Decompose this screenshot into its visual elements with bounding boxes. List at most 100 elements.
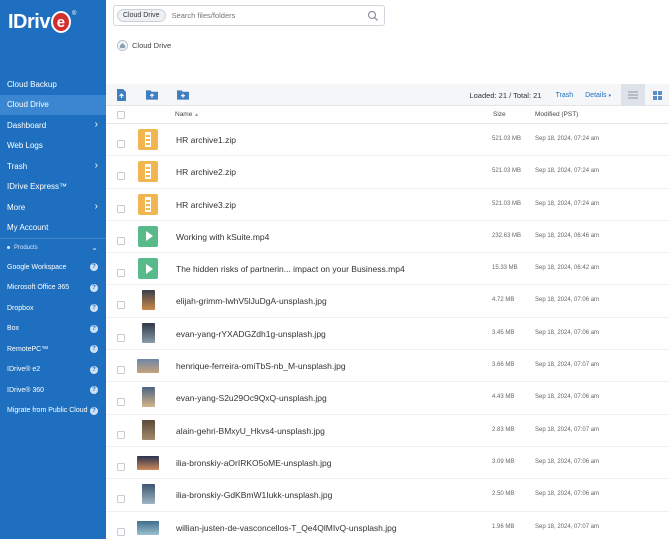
product-item-idrive-360[interactable]: IDrive® 360? [0, 380, 106, 401]
search-scope-pill[interactable]: Cloud Drive [117, 9, 166, 22]
table-row[interactable]: ilia-bronskiy-aOrIRKO5oME-unsplash.jpg 3.… [106, 447, 669, 480]
search-icon[interactable] [367, 10, 379, 22]
product-item-remotepc[interactable]: RemotePC™? [0, 339, 106, 360]
sidebar-item-idrive-express[interactable]: IDrive Express™ [0, 177, 106, 198]
file-name[interactable]: alain-gehri-BMxyU_Hkvs4-unsplash.jpg [176, 426, 325, 436]
file-name[interactable]: elijah-grimm-IwhV5lJuDgA-unsplash.jpg [176, 296, 327, 306]
file-name[interactable]: willian-justen-de-vasconcellos-T_Qe4QlMI… [176, 523, 397, 533]
image-thumbnail [142, 290, 155, 311]
sidebar-item-more[interactable]: More › [0, 197, 106, 218]
row-checkbox[interactable] [117, 167, 125, 185]
chevron-right-icon: › [94, 160, 98, 172]
file-name[interactable]: Working with kSuite.mp4 [176, 232, 269, 242]
product-item-microsoft-office-365[interactable]: Microsoft Office 365? [0, 278, 106, 299]
table-row[interactable]: HR archive2.zip 521.03 MB Sep 18, 2024, 07… [106, 156, 669, 189]
table-row[interactable]: Working with kSuite.mp4 232.63 MB Sep 18, … [106, 221, 669, 254]
product-label: Migrate from Public Cloud [7, 407, 88, 415]
row-checkbox[interactable] [117, 523, 125, 539]
list-view-button[interactable] [621, 84, 645, 106]
table-row[interactable]: alain-gehri-BMxyU_Hkvs4-unsplash.jpg 2.83… [106, 415, 669, 447]
file-name[interactable]: evan-yang-S2u29Oc9QxQ-unsplash.jpg [176, 393, 327, 403]
row-checkbox[interactable] [117, 490, 125, 508]
products-section-toggle[interactable]: Products ⌄ [0, 239, 106, 257]
table-row[interactable]: willian-justen-de-vasconcellos-T_Qe4QlMI… [106, 512, 669, 539]
file-size: 2.50 MB [492, 491, 515, 498]
file-name[interactable]: HR archive3.zip [176, 200, 236, 210]
file-name[interactable]: The hidden risks of partnerin... impact … [176, 264, 405, 274]
table-row[interactable]: ilia-bronskiy-GdKBmW1Iukk-unsplash.jpg 2.… [106, 479, 669, 512]
row-checkbox[interactable] [117, 296, 125, 314]
size-column-header[interactable]: Size [493, 111, 506, 118]
file-modified-date: Sep 18, 2024, 07:06 am [535, 458, 600, 465]
file-name[interactable]: ilia-bronskiy-aOrIRKO5oME-unsplash.jpg [176, 458, 331, 468]
row-checkbox[interactable] [117, 232, 125, 250]
table-row[interactable]: elijah-grimm-IwhV5lJuDgA-unsplash.jpg 4.7… [106, 285, 669, 318]
product-item-google-workspace[interactable]: Google Workspace? [0, 257, 106, 278]
row-checkbox[interactable] [117, 135, 125, 153]
file-name[interactable]: evan-yang-rYXADGZdh1g-unsplash.jpg [176, 329, 326, 339]
row-checkbox[interactable] [117, 264, 125, 282]
file-toolbar: Loaded: 21 / Total: 21 Trash Details ▾ [106, 84, 669, 106]
row-checkbox[interactable] [117, 329, 125, 347]
file-size: 232.63 MB [492, 232, 522, 239]
zip-file-icon [138, 161, 158, 183]
sidebar-nav: Cloud Backup Cloud Drive Dashboard › Web Log… [0, 74, 106, 421]
help-icon[interactable]: ? [90, 324, 98, 333]
row-checkbox[interactable] [117, 200, 125, 218]
table-row[interactable]: HR archive1.zip 521.03 MB Sep 18, 2024, 07… [106, 124, 669, 157]
table-row[interactable]: henrique-ferreira-omiTbS-nb_M-unsplash.j… [106, 350, 669, 383]
row-checkbox[interactable] [117, 426, 125, 444]
table-row[interactable]: evan-yang-S2u29Oc9QxQ-unsplash.jpg 4.43 M… [106, 382, 669, 415]
file-name[interactable]: henrique-ferreira-omiTbS-nb_M-unsplash.j… [176, 361, 346, 371]
product-item-migrate-from-public-cloud[interactable]: Migrate from Public Cloud? [0, 401, 106, 422]
grid-icon [652, 90, 662, 100]
file-name[interactable]: HR archive1.zip [176, 135, 236, 145]
image-thumbnail [142, 419, 155, 440]
row-checkbox[interactable] [117, 393, 125, 411]
file-size: 3.45 MB [492, 329, 515, 336]
sidebar-item-dashboard[interactable]: Dashboard › [0, 115, 106, 136]
upload-folder-icon[interactable] [146, 89, 158, 101]
file-name[interactable]: ilia-bronskiy-GdKBmW1Iukk-unsplash.jpg [176, 490, 332, 500]
idrive-logo[interactable]: IDriv e ® [8, 8, 76, 36]
select-all-checkbox[interactable] [117, 111, 125, 121]
zip-file-icon [138, 129, 158, 150]
row-checkbox[interactable] [117, 361, 125, 379]
sidebar-item-cloud-drive[interactable]: Cloud Drive [0, 94, 106, 115]
name-column-header[interactable]: Name ▲ [175, 111, 199, 118]
sidebar-item-my-account[interactable]: My Account [0, 218, 106, 239]
trash-link[interactable]: Trash [555, 92, 573, 99]
product-item-idrive-e2[interactable]: IDrive® e2? [0, 360, 106, 381]
row-checkbox[interactable] [117, 458, 125, 476]
file-modified-date: Sep 18, 2024, 07:06 am [535, 491, 600, 498]
help-icon[interactable]: ? [90, 263, 98, 272]
help-icon[interactable]: ? [90, 283, 98, 292]
details-dropdown[interactable]: Details ▾ [585, 92, 611, 99]
help-icon[interactable]: ? [90, 406, 98, 415]
product-item-dropbox[interactable]: Dropbox? [0, 298, 106, 319]
sidebar-item-web-logs[interactable]: Web Logs [0, 136, 106, 157]
sidebar-item-cloud-backup[interactable]: Cloud Backup [0, 74, 106, 95]
file-name[interactable]: HR archive2.zip [176, 167, 236, 177]
search-input[interactable] [171, 11, 362, 20]
help-icon[interactable]: ? [90, 365, 98, 374]
help-icon[interactable]: ? [90, 304, 98, 313]
home-icon[interactable] [117, 40, 128, 51]
help-icon[interactable]: ? [90, 386, 98, 395]
file-modified-date: Sep 18, 2024, 07:24 am [535, 136, 600, 142]
product-item-box[interactable]: Box? [0, 319, 106, 340]
help-icon[interactable]: ? [90, 345, 98, 354]
image-thumbnail [137, 359, 159, 374]
logo-text: IDriv [8, 10, 50, 33]
breadcrumb: Cloud Drive [117, 40, 171, 51]
upload-file-icon[interactable] [115, 88, 127, 101]
table-row[interactable]: The hidden risks of partnerin... impact … [106, 253, 669, 286]
sidebar-item-trash[interactable]: Trash › [0, 156, 106, 177]
new-folder-icon[interactable] [177, 89, 189, 101]
file-modified-date: Sep 18, 2024, 07:07 am [535, 426, 600, 433]
grid-view-button[interactable] [645, 84, 669, 106]
table-row[interactable]: HR archive3.zip 521.03 MB Sep 18, 2024, 07… [106, 189, 669, 221]
modified-column-header[interactable]: Modified (PST) [535, 111, 578, 118]
file-modified-date: Sep 18, 2024, 07:06 am [535, 394, 600, 401]
table-row[interactable]: evan-yang-rYXADGZdh1g-unsplash.jpg 3.45 M… [106, 318, 669, 351]
